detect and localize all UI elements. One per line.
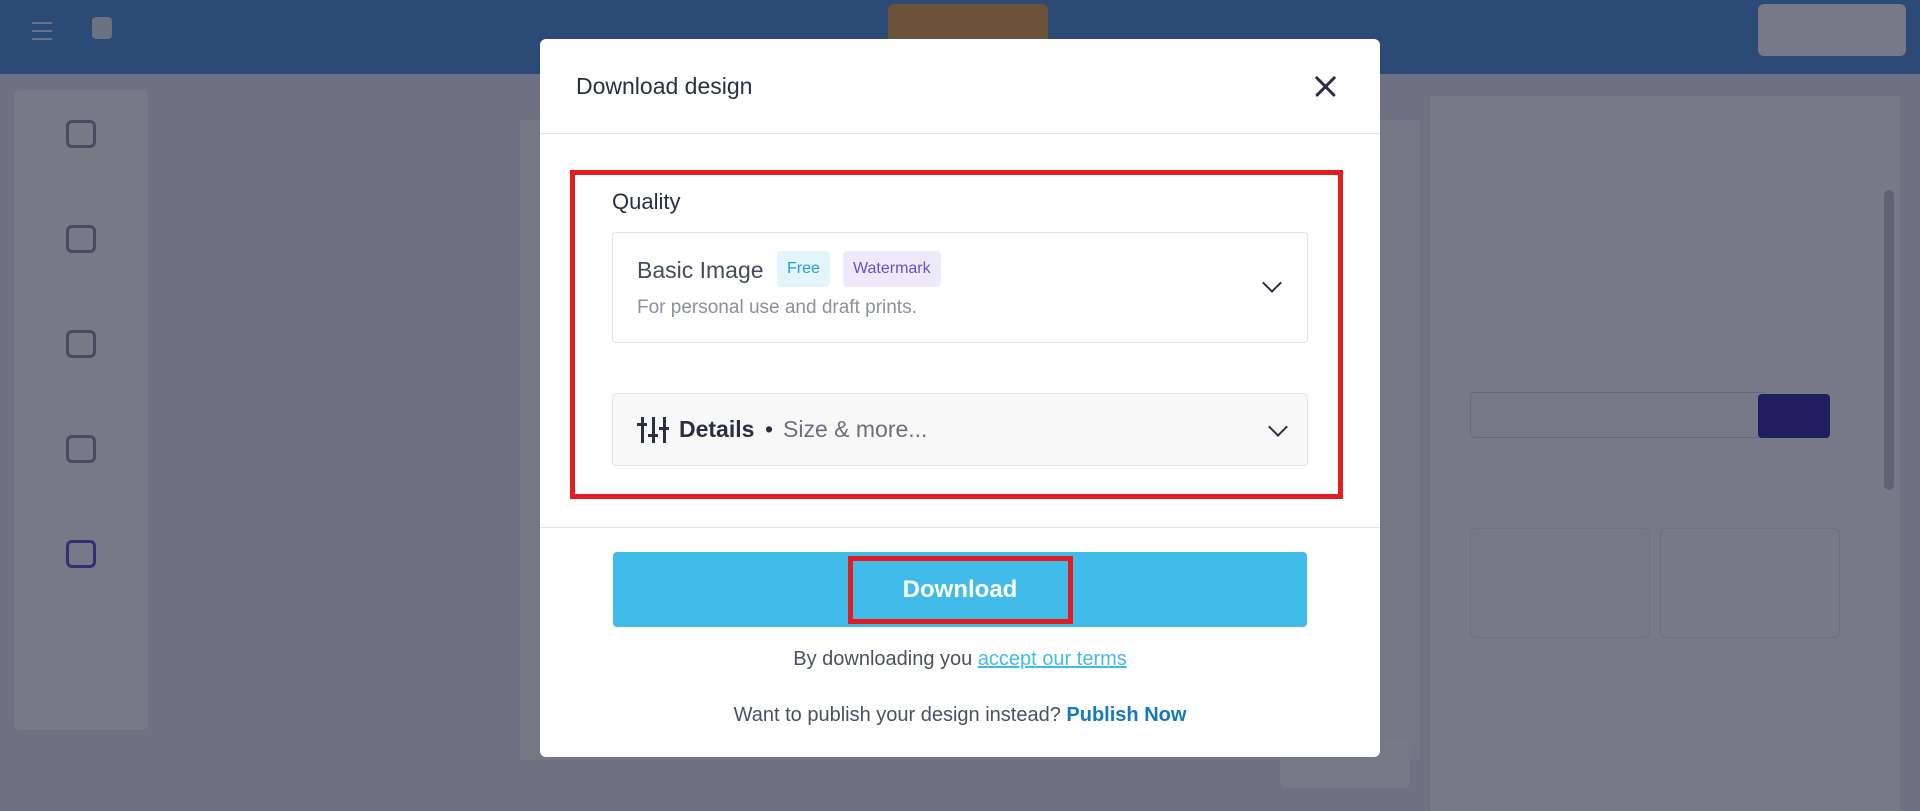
terms-text: By downloading you accept our terms [540, 648, 1380, 671]
terms-prefix: By downloading you [793, 648, 973, 670]
modal-title: Download design [576, 73, 753, 99]
publish-prefix: Want to publish your design instead? [733, 704, 1061, 726]
modal-header: Download design [540, 39, 1380, 134]
footer-divider [540, 527, 1380, 528]
download-design-modal: Download design Quality Basic Image Free… [540, 39, 1380, 757]
accept-terms-link[interactable]: accept our terms [978, 648, 1127, 670]
publish-text: Want to publish your design instead? Pub… [540, 704, 1380, 727]
publish-now-link[interactable]: Publish Now [1066, 704, 1186, 726]
download-highlight-box [848, 556, 1073, 624]
close-icon[interactable] [1308, 69, 1342, 103]
quality-highlight-box [570, 170, 1343, 499]
